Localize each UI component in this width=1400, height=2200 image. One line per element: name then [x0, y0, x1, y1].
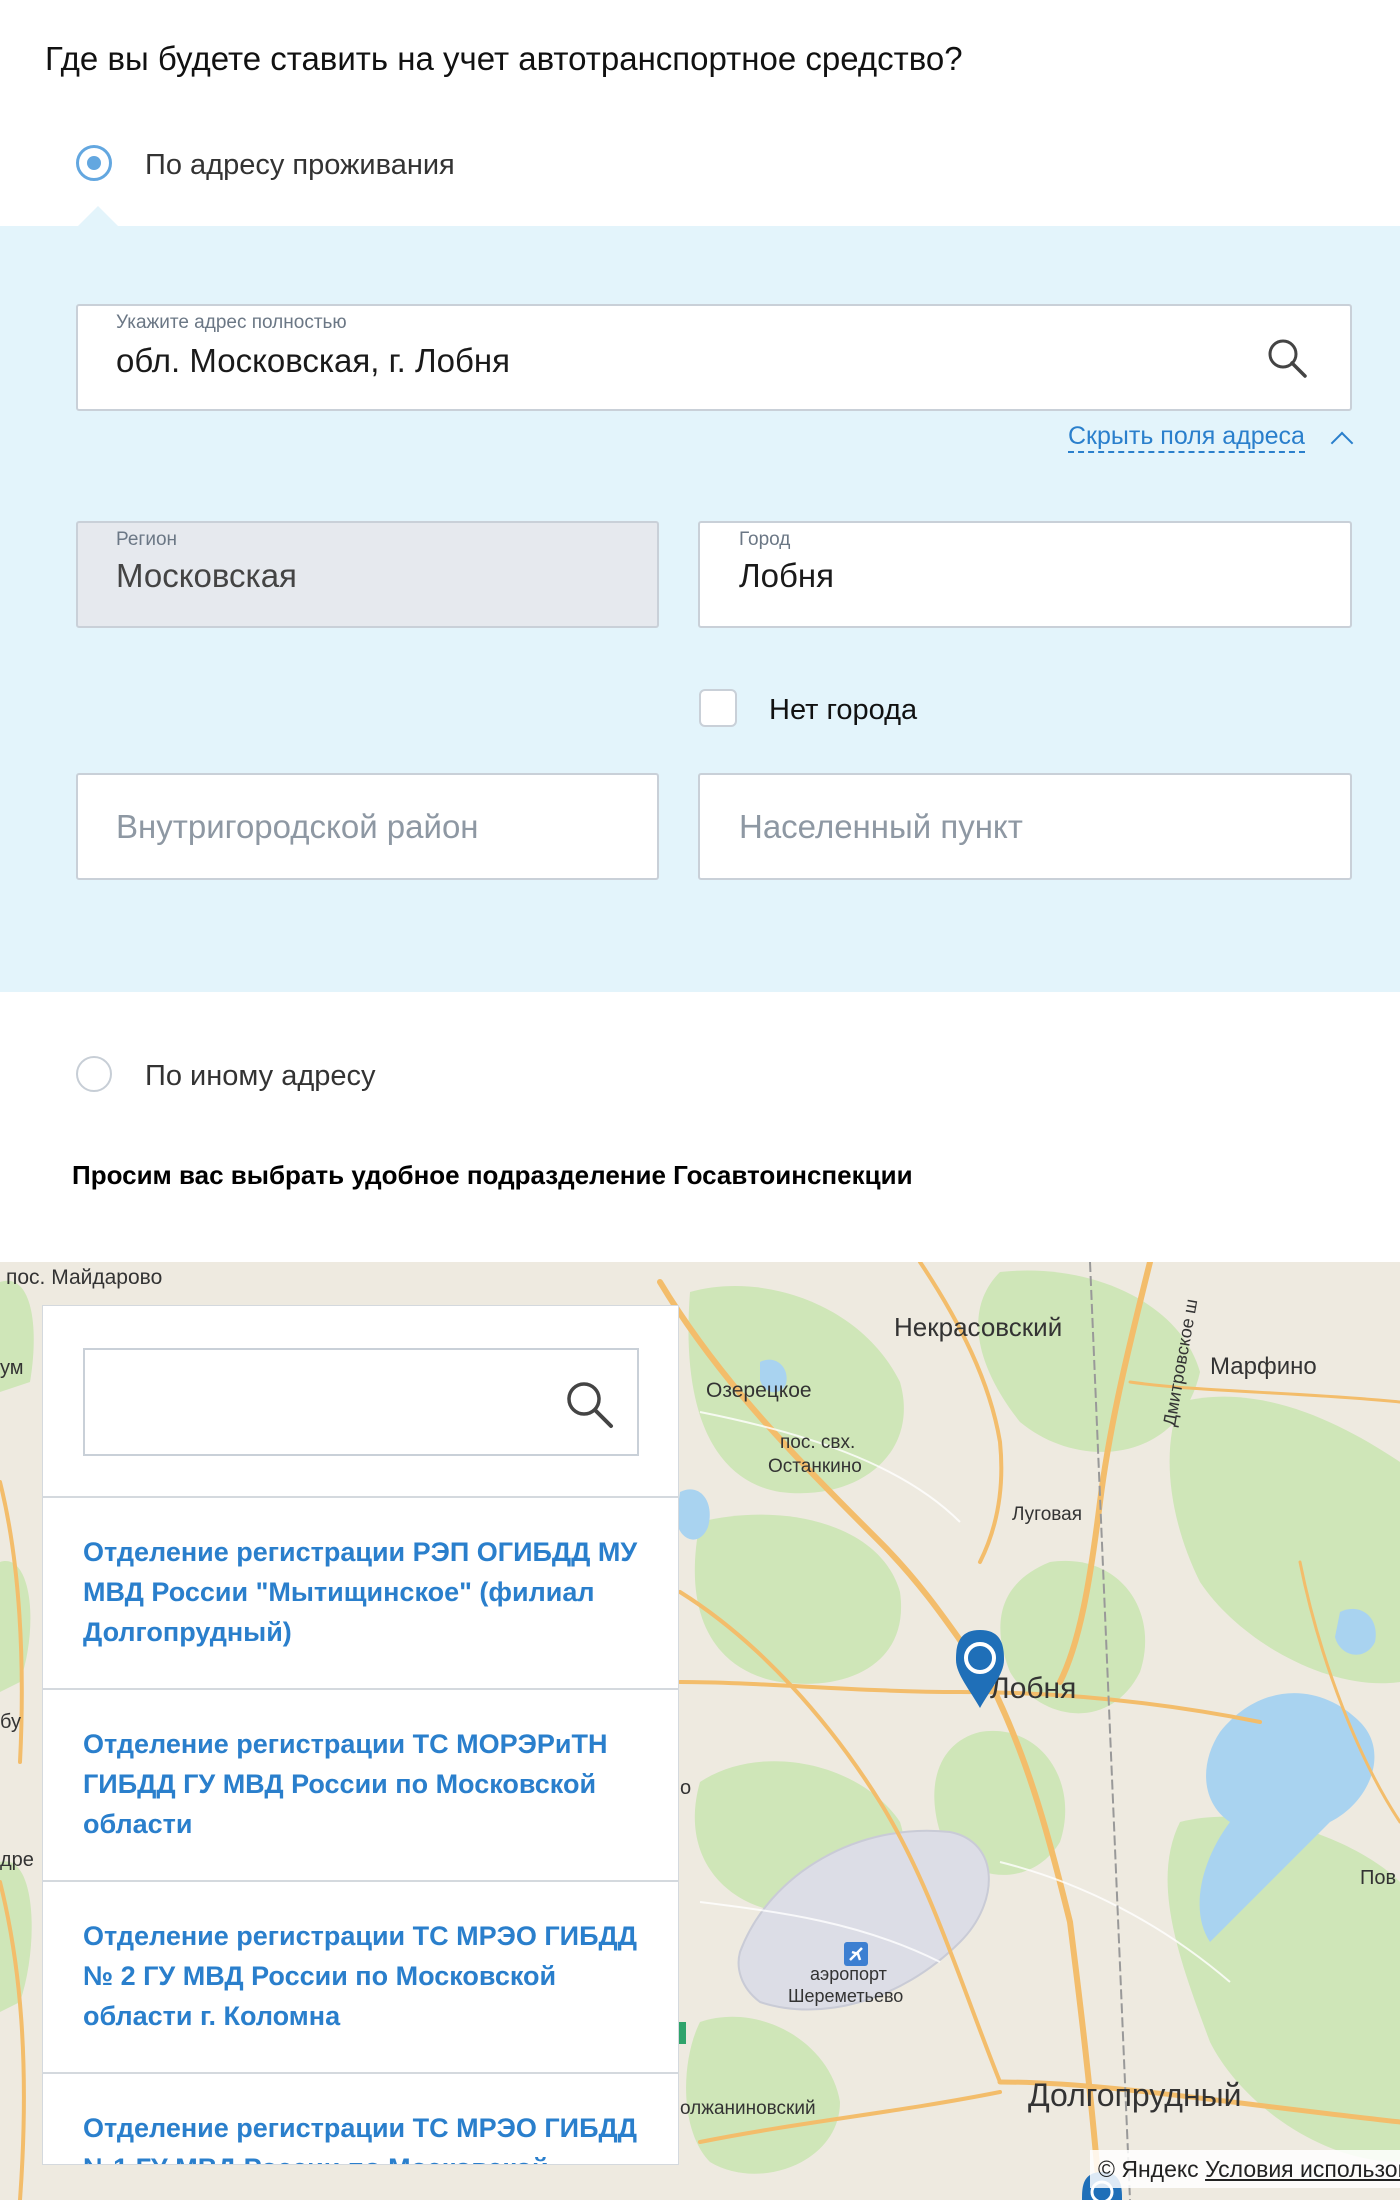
district-placeholder[interactable]: Внутригородской район: [116, 808, 479, 846]
department-item[interactable]: Отделение регистрации ТС МОРЭРиТН ГИБДД …: [83, 1724, 643, 1844]
no-city-checkbox[interactable]: [699, 689, 737, 727]
city-value[interactable]: Лобня: [739, 557, 834, 595]
full-address-label: Укажите адрес полностью: [116, 312, 347, 333]
panel-pointer: [78, 206, 118, 226]
department-item[interactable]: Отделение регистрации ТС МРЭО ГИБДД № 2 …: [83, 1916, 643, 2036]
region-value: Московская: [116, 557, 297, 594]
other-address-radio-label[interactable]: По иному адресу: [145, 1060, 376, 1093]
map-label-airport-1: аэропорт: [810, 1964, 887, 1984]
list-divider: [43, 2072, 678, 2074]
page-question: Где вы будете ставить на учет автотрансп…: [45, 40, 963, 77]
map-label-lobnya: Лобня: [990, 1672, 1076, 1705]
residence-radio[interactable]: [76, 145, 112, 181]
settlement-placeholder[interactable]: Населенный пункт: [739, 808, 1023, 846]
list-divider: [43, 1880, 678, 1882]
full-address-value[interactable]: обл. Московская, г. Лобня: [116, 342, 510, 380]
department-search-input[interactable]: [83, 1348, 639, 1456]
map-label-dolgoprudny: Долгопрудный: [1028, 2077, 1241, 2113]
no-city-label[interactable]: Нет города: [769, 694, 917, 727]
terms-of-use-link[interactable]: Условия использования: [1205, 2156, 1400, 2182]
yandex-copyright-text: © Яндекс: [1098, 2156, 1199, 2182]
list-divider: [43, 1496, 678, 1498]
map-label-pov: Пов: [1360, 1867, 1396, 1889]
map-label-ostankino-1: пос. свх.: [780, 1432, 855, 1453]
map-label-nekrasovsky: Некрасовский: [894, 1312, 1062, 1342]
region-label: Регион: [116, 529, 178, 550]
map-copyright: © Яндекс Условия использования: [1090, 2150, 1400, 2188]
city-label: Город: [739, 529, 791, 550]
map-label-maydarovo: пос. Майдарово: [6, 1266, 162, 1289]
map-label-left-1: ум: [0, 1357, 24, 1379]
department-section-title: Просим вас выбрать удобное подразделение…: [72, 1160, 913, 1190]
map-label-airport-2: Шереметьево: [788, 1986, 903, 2006]
map-label-left-3: дре: [0, 1849, 34, 1871]
airport-icon: [844, 1942, 868, 1966]
residence-radio-label[interactable]: По адресу проживания: [145, 149, 455, 182]
department-list-panel: Отделение регистрации РЭП ОГИБДД МУ МВД …: [42, 1305, 679, 2165]
map-label-lugovaya: Луговая: [1012, 1504, 1082, 1525]
map-label-ostankino-2: Останкино: [768, 1456, 862, 1477]
map-label-left-4: о: [680, 1777, 691, 1799]
search-icon[interactable]: [1265, 336, 1309, 380]
other-address-radio[interactable]: [76, 1056, 112, 1092]
map-label-marfino: Марфино: [1210, 1353, 1317, 1380]
map-label-left-2: бу: [0, 1711, 21, 1733]
department-item[interactable]: Отделение регистрации РЭП ОГИБДД МУ МВД …: [83, 1532, 643, 1652]
department-item[interactable]: Отделение регистрации ТС МРЭО ГИБДД №1 Г…: [83, 2108, 643, 2164]
department-search-icon[interactable]: [563, 1378, 615, 1430]
hide-address-fields-link[interactable]: Скрыть поля адреса: [1068, 422, 1305, 453]
list-divider: [43, 1688, 678, 1690]
map-label-ozeretskoe: Озерецкое: [706, 1379, 812, 1402]
map-label-molzhaninovsky: олжаниновский: [680, 2098, 816, 2119]
